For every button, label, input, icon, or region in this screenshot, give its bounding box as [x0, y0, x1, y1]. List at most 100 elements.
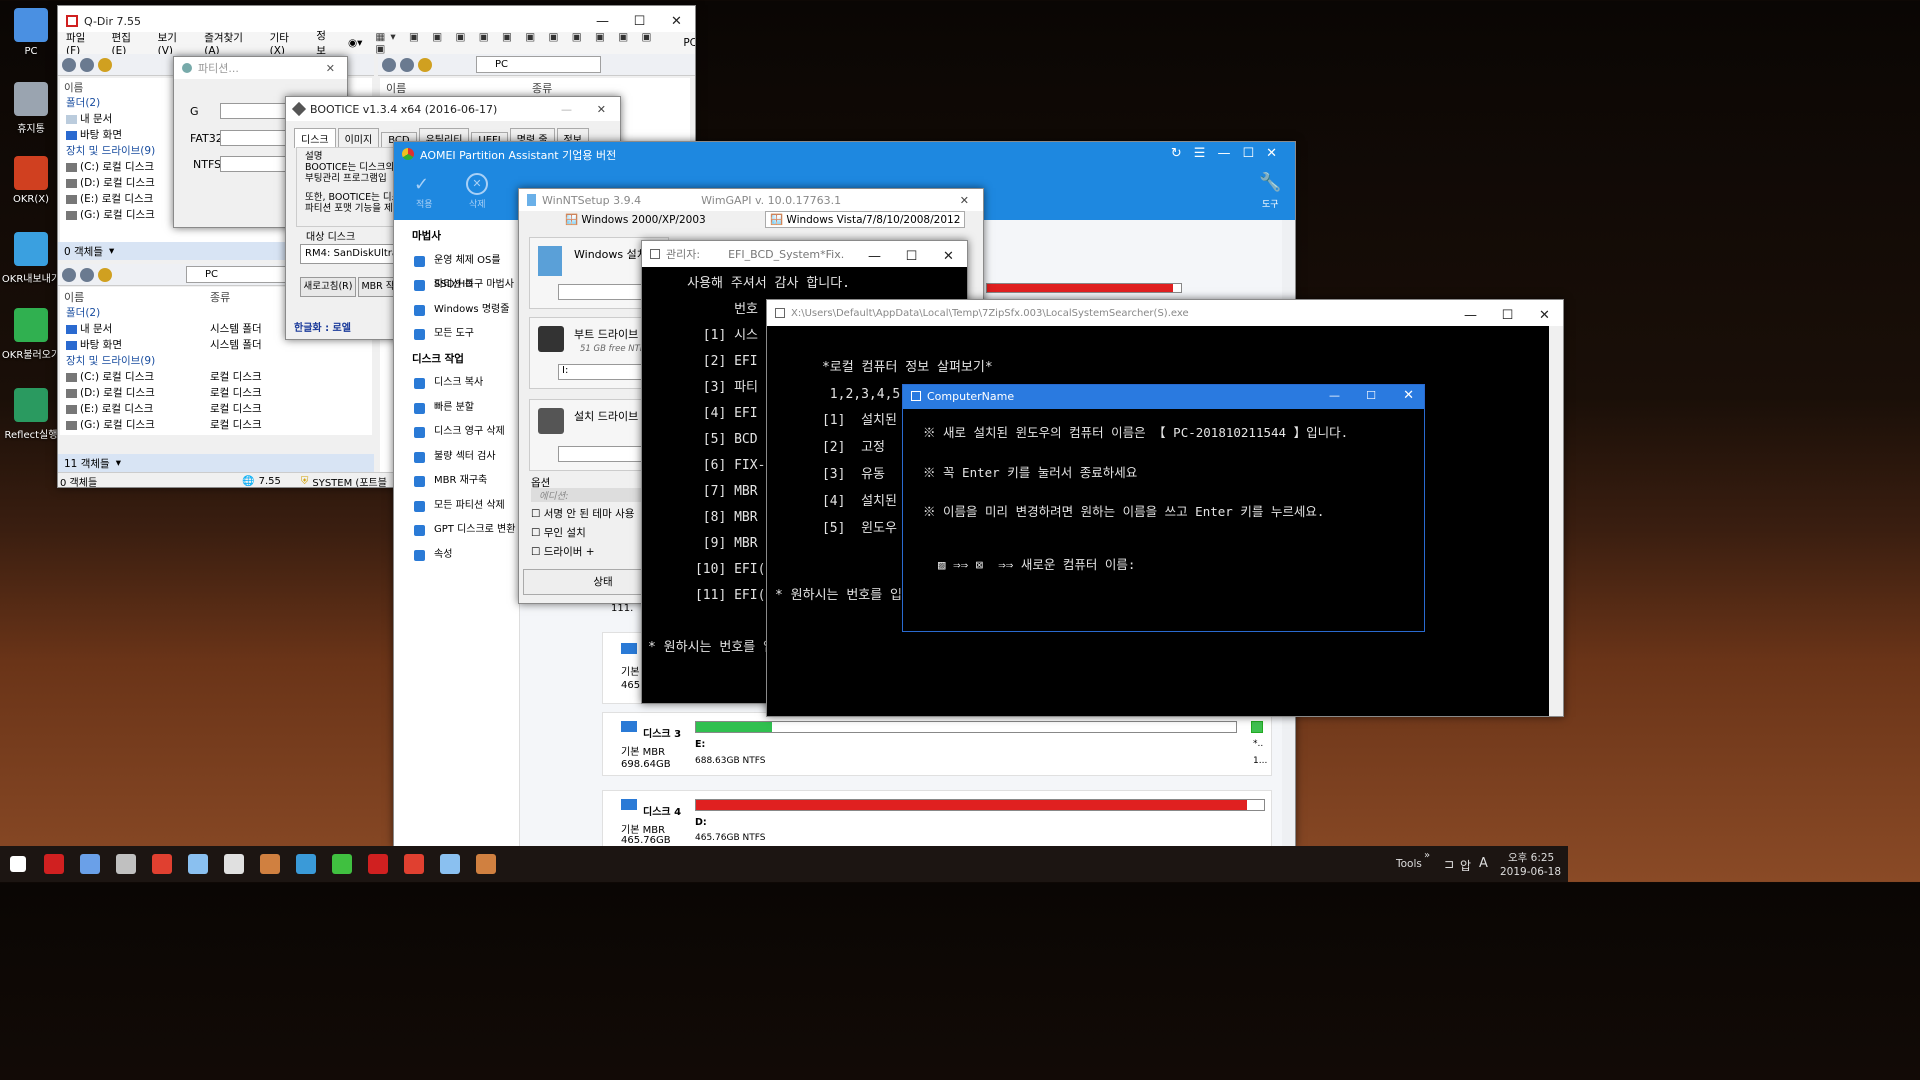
- chevron-up-icon[interactable]: »: [1424, 850, 1430, 861]
- menu-file[interactable]: 파일(F): [66, 30, 99, 57]
- aomei-window-controls[interactable]: ↻☰—☐✕: [1171, 146, 1289, 161]
- taskbar-tools-label[interactable]: Tools: [1396, 858, 1422, 870]
- globe-icon[interactable]: ◉▾: [348, 37, 362, 49]
- up-icon[interactable]: [418, 57, 432, 72]
- back-icon[interactable]: [62, 267, 76, 282]
- taskbar-app1-icon[interactable]: [252, 846, 288, 882]
- ime-mode[interactable]: A: [1479, 856, 1488, 871]
- partition-titlebar[interactable]: 파티션... ✕: [174, 57, 347, 79]
- disk-op-item[interactable]: 불량 섹터 검사: [394, 445, 519, 470]
- wizard-item[interactable]: 모든 도구: [394, 322, 519, 347]
- tools-icon[interactable]: 🔧: [1259, 172, 1281, 193]
- check-unattended[interactable]: ☐ 무인 설치: [531, 525, 586, 540]
- pane1-count[interactable]: 0 객체들: [64, 244, 103, 259]
- pane2-header-type[interactable]: 종류: [532, 80, 552, 96]
- maximize-button[interactable]: ☐: [1366, 389, 1376, 402]
- taskbar-time[interactable]: 오후 6:25: [1508, 850, 1554, 865]
- ime-icon[interactable]: 압: [1460, 857, 1471, 874]
- edition-field[interactable]: 에디션:: [531, 488, 651, 502]
- pane1-header-name[interactable]: 이름: [64, 80, 83, 95]
- wizard-item[interactable]: 운영 체제 OS를 SSD/HD: [394, 249, 519, 290]
- desktop-icon-pc[interactable]: PC: [0, 8, 62, 57]
- table-row[interactable]: (G:) 로컬 디스크 로컬 디스크: [66, 417, 366, 433]
- minimize-button[interactable]: —: [1329, 389, 1340, 402]
- disk-op-item[interactable]: 디스크 영구 삭제: [394, 420, 519, 445]
- wizard-item[interactable]: Windows 명령줄: [394, 298, 519, 323]
- table-row[interactable]: (C:) 로컬 디스크 로컬 디스크: [66, 369, 366, 385]
- close-button[interactable]: ✕: [960, 194, 969, 207]
- minimize-button[interactable]: —: [856, 241, 893, 267]
- disk3-extra-bar[interactable]: [1251, 721, 1263, 733]
- list-item-desktop[interactable]: 바탕 화면: [66, 127, 155, 143]
- list-item-drive-c[interactable]: (C:) 로컬 디스크: [66, 159, 155, 175]
- list-item-drive-g[interactable]: (G:) 로컬 디스크: [66, 207, 155, 223]
- taskbar-tools-icon[interactable]: [216, 846, 252, 882]
- disk3-card[interactable]: 디스크 3 기본 MBR 698.64GB E: 688.63GB NTFS *…: [602, 712, 1272, 776]
- up-icon[interactable]: [98, 57, 112, 72]
- refresh-button[interactable]: 새로고침(R): [300, 277, 356, 297]
- disk-op-item[interactable]: GPT 디스크로 변환: [394, 518, 519, 543]
- forward-icon[interactable]: [80, 57, 94, 72]
- back-icon[interactable]: [62, 57, 76, 72]
- desktop-icon-reflect[interactable]: Reflect실행: [0, 388, 62, 441]
- taskbar-qdir2-icon[interactable]: [360, 846, 396, 882]
- computername-console-output[interactable]: ※ 새로 설치된 윈도우의 컴퓨터 이름은 【 PC-201810211544 …: [903, 409, 1424, 631]
- tab-image[interactable]: 이미지: [337, 128, 380, 148]
- menu-edit[interactable]: 편집(E): [112, 30, 145, 57]
- pane2-address[interactable]: PC: [476, 56, 601, 73]
- menu-pc[interactable]: PC: [683, 37, 695, 49]
- pane2-header-name[interactable]: 이름: [386, 80, 406, 96]
- taskbar-bootice-icon[interactable]: [108, 846, 144, 882]
- disk-op-item[interactable]: MBR 재구축: [394, 469, 519, 494]
- delete-icon[interactable]: ✕: [466, 173, 488, 195]
- list-item-documents[interactable]: 내 문서: [66, 111, 155, 127]
- disk4-usage-bar[interactable]: [695, 799, 1265, 811]
- computername-window[interactable]: ComputerName — ☐ ✕ ※ 새로 설치된 윈도우의 컴퓨터 이름은…: [902, 384, 1425, 632]
- up-icon[interactable]: [98, 267, 112, 282]
- taskbar-reflect-icon[interactable]: [324, 846, 360, 882]
- taskbar-aomei-icon[interactable]: [144, 846, 180, 882]
- desktop-icon-recycle[interactable]: 휴지통: [0, 82, 62, 135]
- close-button[interactable]: ✕: [1526, 300, 1563, 326]
- disk3-usage-bar[interactable]: [695, 721, 1237, 733]
- disk-op-item[interactable]: 속성: [394, 543, 519, 568]
- layout-icons[interactable]: ▦▾ ▣ ▣ ▣ ▣ ▣ ▣ ▣ ▣ ▣ ▣ ▣ ▣: [375, 31, 670, 55]
- searcher-scrollbar[interactable]: [1549, 326, 1563, 716]
- desktop-icon-okr-load[interactable]: OKR불러오기: [0, 308, 62, 361]
- taskbar-app2-icon[interactable]: [288, 846, 324, 882]
- list-item-drive-e[interactable]: (E:) 로컬 디스크: [66, 191, 155, 207]
- desktop-icon-okr[interactable]: OKR(X): [0, 156, 62, 205]
- menu-extra[interactable]: 기타(X): [270, 30, 304, 57]
- disk-op-item[interactable]: 모든 파티션 삭제: [394, 494, 519, 519]
- disk-op-item[interactable]: 디스크 복사: [394, 371, 519, 396]
- delete-label[interactable]: 삭제: [469, 197, 486, 210]
- minimize-button[interactable]: —: [1452, 300, 1489, 326]
- minimize-button[interactable]: —: [561, 103, 572, 116]
- taskbar-aomei2-icon[interactable]: [396, 846, 432, 882]
- maximize-button[interactable]: ☐: [893, 241, 930, 267]
- apply-icon[interactable]: ✓: [414, 174, 436, 195]
- efi-titlebar[interactable]: 관리자: EFI_BCD_System*Fix. — ☐ ✕: [642, 241, 967, 267]
- bootice-titlebar[interactable]: BOOTICE v1.3.4 x64 (2016-06-17) — ✕: [286, 97, 620, 121]
- taskbar-date[interactable]: 2019-06-18: [1500, 866, 1561, 878]
- forward-icon[interactable]: [400, 57, 414, 72]
- pane3-header-name[interactable]: 이름: [64, 289, 84, 305]
- close-button[interactable]: ✕: [930, 241, 967, 267]
- pane3-count[interactable]: 11 객체들: [64, 456, 110, 471]
- winnt-titlebar[interactable]: WinNTSetup 3.9.4 WimGAPI v. 10.0.17763.1…: [519, 189, 983, 211]
- wizard-item[interactable]: 파티션 복구 마법사: [394, 273, 519, 298]
- menu-favorites[interactable]: 즐겨찾기(A): [204, 30, 256, 57]
- close-button[interactable]: ✕: [597, 103, 606, 116]
- close-button[interactable]: ✕: [1403, 388, 1414, 403]
- tools-label[interactable]: 도구: [1262, 197, 1279, 210]
- desktop-icon-okr-export[interactable]: OKR내보내기: [0, 232, 62, 285]
- mbr-button[interactable]: MBR 작: [358, 277, 398, 297]
- check-drivers[interactable]: ☐ 드라이버 +: [531, 544, 595, 559]
- taskbar-start-icon[interactable]: [0, 846, 36, 882]
- taskbar-qdir-icon[interactable]: [36, 846, 72, 882]
- tab-vista[interactable]: 🪟 Windows Vista/7/8/10/2008/2012: [765, 211, 966, 228]
- disk-op-item[interactable]: 빠른 분할: [394, 396, 519, 421]
- tab-disk[interactable]: 디스크: [294, 128, 336, 148]
- pane3-header-type[interactable]: 종류: [210, 289, 230, 305]
- table-row[interactable]: (D:) 로컬 디스크 로컬 디스크: [66, 385, 366, 401]
